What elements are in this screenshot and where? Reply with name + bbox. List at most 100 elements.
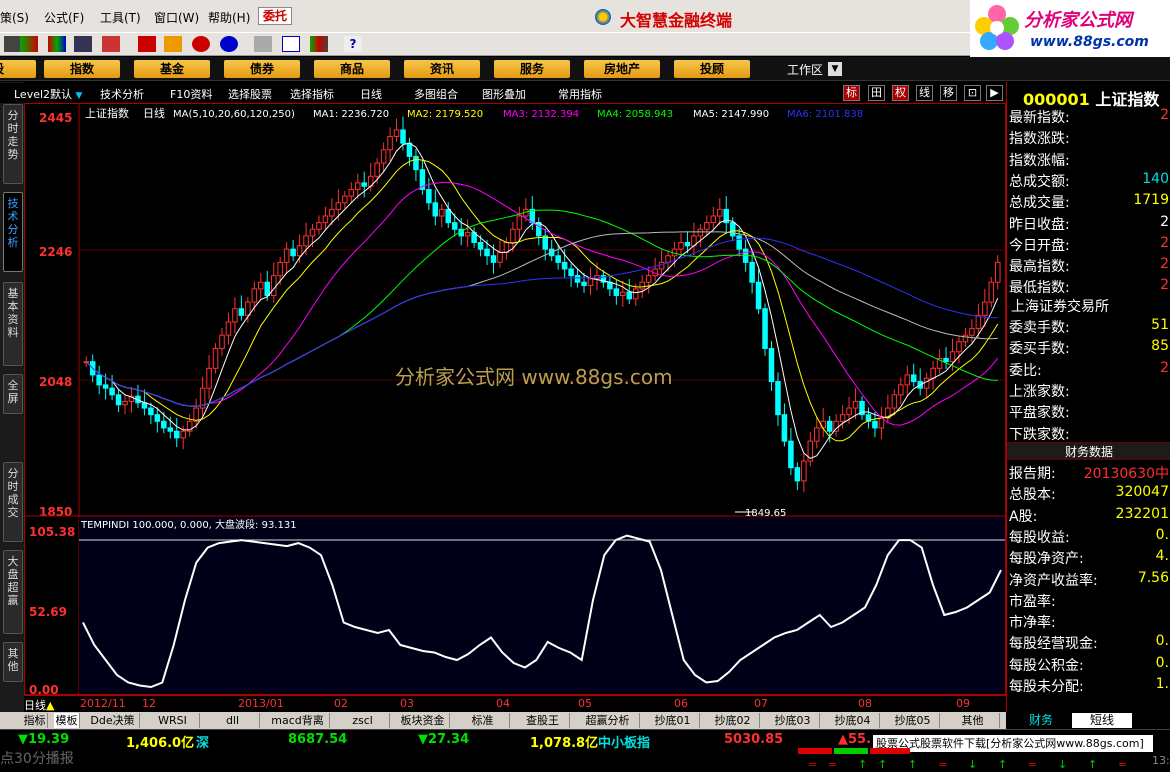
category-service[interactable]: 服务 <box>494 60 570 78</box>
indicator-tab[interactable]: dll <box>206 713 260 728</box>
market-breadth-bars: = = ↑ ↑ ↑ = ↓ ↑ = ↓ ↑ = <box>798 748 1127 771</box>
financial-header: 财务数据 <box>1007 442 1170 460</box>
menu-window[interactable]: 窗口(W) <box>154 9 199 26</box>
grid-button[interactable]: 田 <box>868 85 885 101</box>
weituo-button[interactable]: 委托 <box>258 7 292 25</box>
chart-area[interactable]: 上证指数 日线 MA(5,10,20,60,120,250) MA1: 2236… <box>24 103 1006 712</box>
tab-other[interactable]: 其他 <box>3 642 23 682</box>
tab-finance[interactable]: 财务 <box>1016 713 1066 728</box>
x-tick-label: 03 <box>400 697 414 710</box>
indicator-tab[interactable]: 抄底03 <box>766 713 820 728</box>
candle-body <box>717 208 723 217</box>
svg-text:↑: ↑ <box>1088 758 1097 771</box>
category-news[interactable]: 资讯 <box>404 60 480 78</box>
indicator-tab[interactable]: 指标 <box>22 713 48 728</box>
category-real-estate[interactable]: 房地产 <box>584 60 660 78</box>
quote-row: 昨日收盘: 2 <box>1009 213 1170 234</box>
f10-icon[interactable] <box>192 36 210 52</box>
binoculars-icon[interactable] <box>74 36 92 52</box>
tab-technical[interactable]: 技术分析 <box>3 192 23 272</box>
indicator-tab[interactable]: 标准 <box>456 713 510 728</box>
level2-default[interactable]: Level2默认 ▼ <box>14 86 82 102</box>
indicator-tab[interactable]: Dde决策 <box>86 713 140 728</box>
candle-body <box>755 281 762 310</box>
chevron-down-icon[interactable]: ▼ <box>828 62 842 76</box>
exchange-name: 上海证券交易所 <box>1011 299 1109 315</box>
indicator-tab[interactable]: WRSI <box>146 713 200 728</box>
tab-ticks[interactable]: 分时成交 <box>3 462 23 542</box>
rights-button[interactable]: 权 <box>892 85 909 101</box>
category-advisor[interactable]: 投顾 <box>674 60 750 78</box>
category-stock[interactable]: 股 <box>0 60 36 78</box>
quote-icon[interactable] <box>20 36 38 52</box>
move-button[interactable]: 移 <box>940 85 957 101</box>
tab-short-term[interactable]: 短线 <box>1072 713 1132 728</box>
menu-tools[interactable]: 工具(T) <box>100 9 141 26</box>
mark-button[interactable]: 标 <box>843 85 860 101</box>
indicator-tab[interactable]: 其他 <box>946 713 1000 728</box>
indicator-tab[interactable]: 抄底01 <box>646 713 700 728</box>
menu-help[interactable]: 帮助(H) <box>208 9 250 26</box>
help-icon[interactable]: ? <box>344 36 362 52</box>
indicator-tab[interactable]: 抄底02 <box>706 713 760 728</box>
candle-body <box>426 189 432 204</box>
status-sz-label: 深 <box>196 736 210 751</box>
indicator-tab[interactable]: macd背离 <box>266 713 330 728</box>
row-label: 每股收益: <box>1009 529 1070 546</box>
menu-strategy[interactable]: 策(S) <box>0 9 29 26</box>
category-commodity[interactable]: 商品 <box>314 60 390 78</box>
select-stock-menu[interactable]: 选择股票 <box>228 86 272 102</box>
triangle-up-icon: ▲ <box>46 699 55 712</box>
svg-text:↑: ↑ <box>998 758 1007 771</box>
indicator-tab[interactable]: 抄底05 <box>886 713 940 728</box>
window-icon[interactable]: ⊡ <box>964 85 981 101</box>
period-daily-menu[interactable]: 日线 <box>360 86 382 102</box>
candle-body <box>264 281 271 296</box>
tab-fullscreen[interactable]: 全屏 <box>3 374 23 414</box>
category-index[interactable]: 指数 <box>44 60 120 78</box>
indicator-tab[interactable]: 板块资金 <box>396 713 450 728</box>
category-fund[interactable]: 基金 <box>134 60 210 78</box>
overlay-menu[interactable]: 图形叠加 <box>482 86 526 102</box>
candle-body <box>768 347 775 383</box>
indicator-tab[interactable]: 抄底04 <box>826 713 880 728</box>
candle-body <box>413 155 419 171</box>
tab-intraday[interactable]: 分时走势 <box>3 104 23 184</box>
f10-menu[interactable]: F10资料 <box>170 86 212 102</box>
select-indicator-menu[interactable]: 选择指标 <box>290 86 334 102</box>
workspace-label[interactable]: 工作区 <box>787 61 823 78</box>
window-icon[interactable] <box>282 36 300 52</box>
alert-icon[interactable] <box>102 36 120 52</box>
common-indicators-menu[interactable]: 常用指标 <box>558 86 602 102</box>
multi-chart-menu[interactable]: 多图组合 <box>414 86 458 102</box>
row-label: 最新指数: <box>1009 110 1070 126</box>
line-button[interactable]: 线 <box>916 85 933 101</box>
print-icon[interactable] <box>254 36 272 52</box>
news-ticker[interactable]: 点30分播报 <box>0 748 160 768</box>
status-sme-index: 5030.85 <box>724 732 784 747</box>
next-icon[interactable]: ▶ <box>986 85 1003 101</box>
quote-row: 平盘家数: <box>1009 401 1170 422</box>
indicator-label: TEMPINDI 100.000, 0.000, 大盘波段: 93.131 <box>80 518 297 531</box>
ma5-value: MA5: 2147.990 <box>693 109 769 120</box>
info-icon[interactable] <box>220 36 238 52</box>
menu-formula[interactable]: 公式(F) <box>44 9 84 26</box>
technical-analysis-menu[interactable]: 技术分析 <box>100 86 144 102</box>
diamond-icon[interactable] <box>164 36 182 52</box>
indicator-tab[interactable]: 模板 <box>54 713 80 728</box>
tab-market-super[interactable]: 大盘超赢 <box>3 550 23 634</box>
ma-label: MA(5,10,20,60,120,250) <box>173 109 295 120</box>
candle-body <box>329 208 335 217</box>
indicator-tab[interactable]: 查股王 <box>516 713 570 728</box>
tab-basic-info[interactable]: 基本资料 <box>3 282 23 366</box>
period-label[interactable]: 日线▲ <box>24 697 54 713</box>
quote-row: 下跌家数: <box>1009 423 1170 444</box>
category-bond[interactable]: 债券 <box>224 60 300 78</box>
indicator-tab[interactable]: zscl <box>336 713 390 728</box>
columns-icon[interactable] <box>310 36 328 52</box>
news-icon[interactable] <box>138 36 156 52</box>
ma6-value: MA6: 2101.838 <box>787 109 863 120</box>
indicator-tab[interactable]: 超赢分析 <box>576 713 640 728</box>
bar-chart-icon[interactable] <box>48 36 66 52</box>
kline-chart[interactable]: 上证指数 日线 MA(5,10,20,60,120,250) MA1: 2236… <box>25 104 1005 694</box>
